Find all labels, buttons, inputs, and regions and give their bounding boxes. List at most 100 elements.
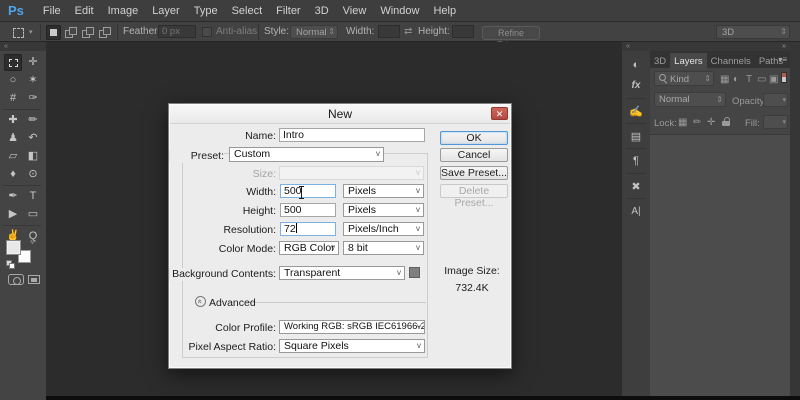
swap-width-height-icon[interactable]: ⇄ [404, 26, 412, 37]
quick-mask-button[interactable] [8, 274, 24, 285]
tool-blur[interactable]: ♦ [4, 166, 22, 183]
tool-pen[interactable]: ✒ [4, 188, 22, 205]
cancel-button[interactable]: Cancel [440, 148, 508, 162]
tool-gradient[interactable]: ◧ [24, 148, 42, 165]
tool-dodge[interactable]: ⊙ [24, 166, 42, 183]
tool-brush[interactable]: ✏ [24, 112, 42, 129]
width-input[interactable] [378, 25, 400, 38]
resolution-input[interactable]: 72 [280, 222, 336, 236]
save-preset-button[interactable]: Save Preset... [440, 166, 508, 180]
actions-panel-icon[interactable]: ✍ [625, 102, 647, 120]
tool-lasso[interactable]: ○ [4, 72, 22, 89]
name-input[interactable]: Intro [279, 128, 425, 142]
tool-history-brush[interactable]: ↶ [24, 130, 42, 147]
color-mode-select[interactable]: RGB Colorv [279, 241, 339, 255]
background-contents-select[interactable]: Transparentv [279, 266, 405, 280]
menu-select[interactable]: Select [225, 0, 270, 22]
menu-image[interactable]: Image [101, 0, 146, 22]
menu-window[interactable]: Window [373, 0, 426, 22]
tool-rectangle[interactable]: ▭ [24, 206, 42, 223]
tool-eraser[interactable]: ▱ [4, 148, 22, 165]
tool-rectangular-marquee[interactable] [4, 54, 22, 71]
menu-filter[interactable]: Filter [269, 0, 307, 22]
panel-menu-icon[interactable]: ▾≡ [778, 55, 787, 64]
smart-object-filter-icon[interactable]: ▣ [769, 75, 778, 85]
text-cursor [298, 186, 305, 199]
lock-transparent-pixels-icon[interactable]: ▦ [678, 118, 687, 128]
menu-layer[interactable]: Layer [145, 0, 187, 22]
menu-edit[interactable]: Edit [68, 0, 101, 22]
blend-mode-select[interactable]: Normal⇕ [654, 92, 726, 107]
pixel-layers-filter-icon[interactable]: ▦ [720, 75, 729, 85]
tool-magic-wand[interactable]: ✶ [24, 72, 42, 89]
opacity-input[interactable]: ▾ [763, 93, 788, 107]
styles-panel-icon[interactable]: fx [625, 76, 647, 94]
collapse-tools-dock-icon[interactable]: « [0, 42, 46, 51]
tool-spot-healing-brush[interactable]: ✚ [4, 112, 22, 129]
clone-stamp-icon: ♟ [8, 133, 18, 144]
subtract-from-selection-button[interactable] [80, 25, 95, 40]
character-panel-icon[interactable]: A| [625, 202, 647, 220]
pixel-aspect-ratio-select[interactable]: Square Pixelsv [279, 339, 425, 353]
advanced-label[interactable]: Advanced [209, 297, 269, 310]
menu-3d[interactable]: 3D [308, 0, 336, 22]
tool-preset-dropdown-icon[interactable]: ▾ [29, 28, 33, 36]
menu-type[interactable]: Type [187, 0, 225, 22]
tool-path-selection[interactable]: ▶ [4, 206, 22, 223]
background-color-swatch[interactable] [409, 267, 420, 278]
preset-select[interactable]: Customv [229, 147, 384, 162]
layers-list[interactable] [650, 134, 790, 400]
height-input[interactable] [452, 25, 474, 38]
height-input[interactable]: 500 [280, 203, 336, 217]
style-select[interactable]: Normal⇕ [290, 25, 338, 39]
fill-input[interactable]: ▾ [763, 115, 788, 129]
menu-file[interactable]: File [36, 0, 68, 22]
image-size-value: 732.4K [434, 282, 510, 294]
refine-edge-button[interactable]: Refine Edge... [482, 26, 540, 40]
history-brush-icon: ↶ [28, 133, 37, 144]
collapse-panels-icon[interactable]: » [782, 42, 786, 51]
lock-position-icon[interactable]: ✛ [707, 118, 715, 128]
ok-button[interactable]: OK [440, 131, 508, 145]
tool-eyedropper[interactable]: ✑ [24, 90, 42, 107]
feather-input[interactable]: 0 px [158, 25, 196, 38]
tool-clone-stamp[interactable]: ♟ [4, 130, 22, 147]
add-to-selection-button[interactable] [63, 25, 78, 40]
tool-presets-panel-icon[interactable]: ✖ [625, 177, 647, 195]
width-input[interactable]: 500 [280, 184, 336, 198]
width-unit-select[interactable]: Pixelsv [343, 184, 424, 198]
dialog-title[interactable]: New [170, 105, 510, 124]
menu-view[interactable]: View [336, 0, 374, 22]
type-layers-filter-icon[interactable]: T [746, 75, 752, 85]
tool-move[interactable]: ✛ [24, 54, 42, 71]
layer-filter-toggle[interactable] [781, 72, 787, 83]
expand-panels-icon[interactable]: « [622, 42, 650, 51]
height-unit-select[interactable]: Pixelsv [343, 203, 424, 217]
anti-alias-checkbox[interactable] [202, 27, 212, 37]
rectangular-marquee-icon [9, 59, 18, 67]
adjustments-panel-icon[interactable]: ◐ [625, 56, 647, 74]
color-profile-select[interactable]: Working RGB: sRGB IEC61966-2.1v [279, 320, 425, 334]
foreground-color-swatch[interactable] [7, 241, 20, 254]
shape-layers-filter-icon[interactable]: ▭ [757, 75, 766, 85]
advanced-toggle-icon[interactable]: « [195, 296, 206, 307]
screen-mode-button[interactable] [28, 275, 40, 284]
intersect-selection-icon [99, 27, 111, 38]
tool-preset-marquee-icon[interactable] [13, 28, 24, 38]
adjustment-layers-filter-icon[interactable]: ◐ [733, 75, 739, 85]
layer-filter-select[interactable]: Kind⇕ [654, 71, 714, 86]
tool-crop[interactable]: # [4, 90, 22, 107]
tool-type[interactable]: T [24, 188, 42, 205]
menu-help[interactable]: Help [426, 0, 463, 22]
new-selection-button[interactable] [46, 25, 61, 40]
intersect-selection-button[interactable] [97, 25, 112, 40]
lock-all-icon[interactable] [722, 117, 730, 127]
paragraph-panel-icon[interactable]: ¶ [625, 152, 647, 170]
resolution-unit-select[interactable]: Pixels/Inchv [343, 222, 424, 236]
close-icon[interactable]: ✕ [491, 107, 508, 120]
default-colors-icon[interactable] [6, 260, 14, 268]
bit-depth-select[interactable]: 8 bitv [343, 241, 424, 255]
clone-source-panel-icon[interactable]: ▤ [625, 127, 647, 145]
lock-image-pixels-icon[interactable]: ✏ [693, 118, 701, 128]
workspace-select[interactable]: 3D⇕ [716, 25, 790, 39]
